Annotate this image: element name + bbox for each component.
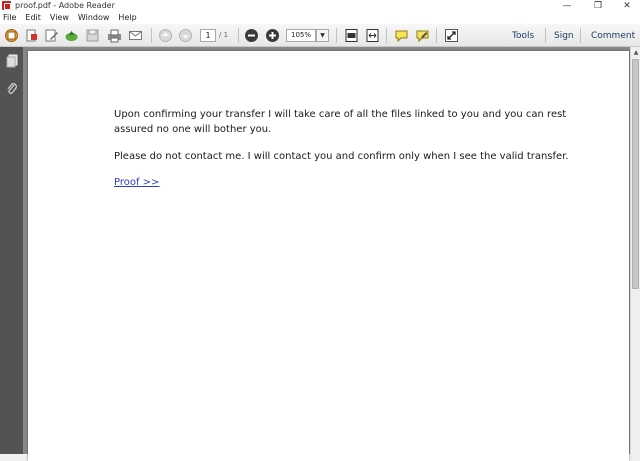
page-number-input[interactable]: 1: [200, 29, 216, 42]
pages-button[interactable]: [3, 52, 20, 69]
sign-button[interactable]: Sign: [554, 28, 574, 43]
pages-icon: [6, 54, 17, 67]
zoom-level-input[interactable]: 105%: [286, 29, 316, 42]
create-pdf-button[interactable]: [3, 27, 20, 44]
fit-page-icon: [345, 29, 358, 42]
attachments-icon: [6, 82, 17, 94]
vertical-scrollbar[interactable]: ▲: [630, 47, 640, 454]
full-screen-icon: [445, 29, 458, 42]
adobe-reader-icon: [2, 1, 11, 10]
page-total: / 1: [219, 31, 229, 39]
menu-edit[interactable]: Edit: [25, 13, 41, 22]
zoom-in-icon: [266, 29, 279, 42]
highlight-button[interactable]: [414, 27, 431, 44]
next-page-button[interactable]: [177, 27, 194, 44]
toolbar-separator: [386, 28, 387, 43]
highlight-icon: [416, 30, 429, 43]
document-paragraph: Upon confirming your transfer I will tak…: [114, 109, 567, 135]
comment-icon: [395, 30, 408, 43]
document-area[interactable]: Upon confirming your transfer I will tak…: [23, 47, 630, 461]
zoom-dropdown-button[interactable]: ▼: [316, 29, 329, 42]
maximize-button[interactable]: ❐: [585, 0, 611, 11]
menu-file[interactable]: File: [3, 13, 16, 22]
toolbar: 1 / 1 105% ▼ Tools Sign Comment: [0, 24, 640, 47]
previous-page-button[interactable]: [157, 27, 174, 44]
attachments-button[interactable]: [3, 80, 20, 97]
tools-button[interactable]: Tools: [512, 28, 534, 43]
share-icon: [26, 29, 37, 42]
print-icon: [108, 29, 121, 43]
window-title: proof.pdf - Adobe Reader: [15, 1, 115, 10]
next-page-icon: [179, 29, 192, 42]
toolbar-separator: [545, 28, 546, 43]
menu-bar: File Edit View Window Help: [0, 11, 640, 24]
menu-help[interactable]: Help: [118, 13, 136, 22]
toolbar-separator: [336, 28, 337, 43]
document-paragraph: Please do not contact me. I will contact…: [114, 151, 569, 162]
title-bar: proof.pdf - Adobe Reader: [0, 0, 640, 11]
upload-button[interactable]: [63, 27, 80, 44]
comment-button[interactable]: Comment: [591, 28, 635, 43]
toolbar-separator: [238, 28, 239, 43]
fit-width-button[interactable]: [364, 27, 381, 44]
save-icon: [86, 29, 99, 42]
close-button[interactable]: ✕: [614, 0, 640, 11]
zoom-in-button[interactable]: [264, 27, 281, 44]
full-screen-button[interactable]: [443, 27, 460, 44]
toolbar-separator: [580, 28, 581, 43]
share-button[interactable]: [23, 27, 40, 44]
add-comment-button[interactable]: [393, 27, 410, 44]
previous-page-icon: [159, 29, 172, 42]
zoom-out-icon: [245, 29, 258, 42]
print-button[interactable]: [106, 27, 123, 44]
menu-view[interactable]: View: [50, 13, 69, 22]
minimize-button[interactable]: —: [554, 0, 580, 11]
zoom-out-button[interactable]: [243, 27, 260, 44]
pdf-page: Upon confirming your transfer I will tak…: [28, 51, 629, 461]
fit-width-icon: [366, 29, 379, 42]
email-button[interactable]: [127, 27, 144, 44]
menu-window[interactable]: Window: [78, 13, 110, 22]
scroll-up-button[interactable]: ▲: [631, 47, 640, 57]
email-icon: [129, 31, 142, 40]
save-button[interactable]: [84, 27, 101, 44]
navigation-pane: [0, 47, 23, 454]
chevron-down-icon: ▼: [320, 32, 325, 39]
toolbar-separator: [436, 28, 437, 43]
fit-page-button[interactable]: [343, 27, 360, 44]
toolbar-separator: [151, 28, 152, 43]
scroll-thumb[interactable]: [632, 59, 639, 289]
edit-icon: [45, 29, 58, 42]
create-pdf-icon: [5, 29, 18, 42]
edit-button[interactable]: [43, 27, 60, 44]
upload-icon: [65, 31, 78, 41]
proof-link[interactable]: Proof >>: [114, 177, 159, 188]
